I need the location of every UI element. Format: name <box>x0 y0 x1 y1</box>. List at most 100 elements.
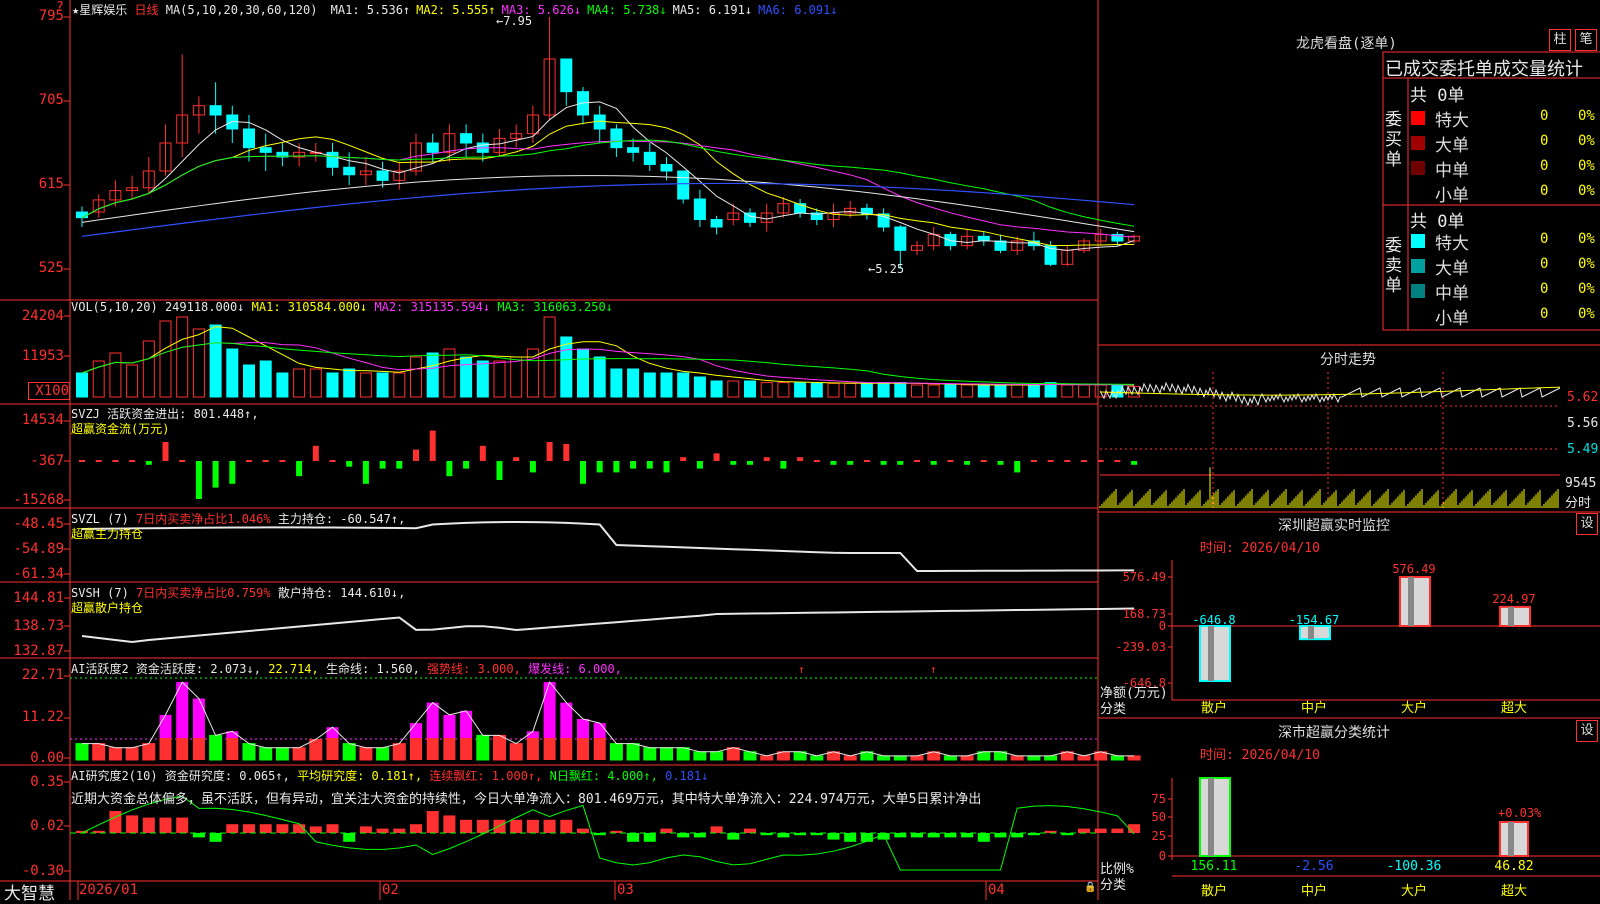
volume-bar <box>460 356 473 398</box>
ai-research-nday: N日飘红: 4.000↑, <box>549 769 658 783</box>
order-type-label: 中单 <box>1435 284 1469 304</box>
volume-bar <box>1061 384 1074 398</box>
activity-bar <box>443 714 456 738</box>
research-bar <box>660 828 673 833</box>
activity-bar <box>410 738 422 760</box>
flow-bar <box>763 457 770 461</box>
research-bar <box>109 811 122 833</box>
flow-bar <box>964 461 971 465</box>
ma-value-2: MA2: 5.555↑ <box>416 3 496 17</box>
activity-bar <box>560 702 573 738</box>
activity-bar <box>626 743 640 761</box>
ai-research-value: 资金研究度: 0.065↑, <box>164 769 290 783</box>
candle-body <box>894 226 907 251</box>
ma-value-4: MA4: 5.738↓ <box>587 3 667 17</box>
period-label[interactable]: 日线 <box>134 3 158 17</box>
svzj-line2: 超赢资金流(万元) <box>71 422 170 436</box>
buy-total: 共 0单 <box>1410 86 1465 106</box>
research-bar <box>476 819 489 833</box>
ma-line <box>81 175 1135 233</box>
research-bar <box>994 833 1007 838</box>
research-bar <box>727 833 740 840</box>
activity-bar <box>275 747 289 761</box>
classify-category-label: 超大 <box>1501 884 1527 899</box>
research-bar <box>343 833 356 842</box>
monitor-time: 时间: 2026/04/10 <box>1200 541 1320 556</box>
activity-bar <box>292 747 306 761</box>
flow-bar <box>212 461 219 488</box>
chart-canvas[interactable]: ↑ ↑576.49168.730-239.03-646.8-646.8散户-154… <box>0 0 1600 900</box>
vol-ma2: MA2: 315135.594↓ <box>374 300 491 314</box>
activity-bar <box>359 747 373 761</box>
research-bar <box>860 833 873 842</box>
monitor-title: 深圳超赢实时监控 <box>1278 518 1390 534</box>
price-header: ★星辉娱乐 日线 MA(5,10,20,30,60,120) MA1: 5.53… <box>72 1 838 18</box>
activity-bar <box>108 747 122 761</box>
svzl-hold: 主力持仓: -60.547↑, <box>277 512 406 526</box>
research-bar <box>543 819 556 833</box>
volume-bar <box>226 348 239 398</box>
volume-bar <box>176 316 189 398</box>
candle-body <box>677 170 690 200</box>
monitor-bar <box>1208 626 1214 681</box>
volume-bar <box>1027 384 1040 398</box>
candle-body <box>76 211 88 219</box>
bar-mode-button[interactable]: 柱 <box>1549 29 1571 51</box>
activity-bar <box>877 755 891 761</box>
classify-settings-button[interactable]: 设 <box>1576 720 1598 742</box>
ai-research-v5: 0.181↓ <box>665 769 709 783</box>
activity-bar <box>843 755 857 761</box>
activity-bar <box>92 743 106 761</box>
price-axis-label: 705 <box>38 92 64 108</box>
activity-bar <box>142 743 156 761</box>
activity-bar <box>1010 755 1024 761</box>
stock-name[interactable]: ★星辉娱乐 <box>72 3 127 17</box>
monitor-category-label: 超大 <box>1501 701 1527 716</box>
classify-value-label: 156.11 <box>1191 859 1238 874</box>
research-bar <box>643 833 656 842</box>
activity-bar <box>1077 755 1091 761</box>
order-color-swatch <box>1411 259 1425 273</box>
flow-bar <box>613 461 620 473</box>
volume-bar <box>593 356 606 398</box>
research-bar <box>1011 833 1024 838</box>
classify-value-label: -2.56 <box>1294 859 1333 874</box>
flow-bar <box>630 461 637 469</box>
monitor-value-label: -646.8 <box>1192 613 1235 627</box>
activity-bar <box>910 755 924 761</box>
svzl-line2: 超赢主力持仓 <box>71 527 144 541</box>
volume-bar <box>744 380 756 398</box>
classify-category-label: 大户 <box>1401 883 1427 899</box>
flow-bar <box>1131 461 1138 465</box>
ai-research-axis-label: -0.30 <box>21 863 64 879</box>
activity-bar <box>410 723 422 738</box>
monitor-settings-button[interactable]: 设 <box>1576 513 1598 535</box>
flow-bar <box>379 461 386 469</box>
classify-xlabel: 分类 <box>1100 878 1127 893</box>
order-count: 0 <box>1540 231 1549 247</box>
research-bar <box>560 819 573 833</box>
vol-unit-label[interactable]: X100 <box>28 382 70 400</box>
ma-values: MA1: 5.536↑ MA2: 5.555↑ MA3: 5.626↓ MA4: 5.… <box>325 3 838 17</box>
activity-bar <box>209 734 223 761</box>
flow-bar <box>780 461 787 469</box>
order-type-label: 小单 <box>1435 309 1469 329</box>
research-bar <box>359 826 372 833</box>
classify-time: 时间: 2026/04/10 <box>1200 748 1320 763</box>
ai-research-avg: 平均研究度: 0.181↑, <box>297 769 423 783</box>
volume-bar <box>677 372 690 398</box>
research-bar <box>827 833 840 840</box>
ai-research-axis-label: 0.35 <box>30 774 64 790</box>
order-type-label: 大单 <box>1435 259 1469 279</box>
ai-active-axis-label: 0.00 <box>30 750 64 766</box>
tick-mode-button[interactable]: 笔 <box>1575 29 1597 51</box>
classify-pct-label: +0.03% <box>1498 806 1542 820</box>
activity-bar <box>543 738 556 760</box>
monitor-bar <box>1399 576 1431 627</box>
order-type-label: 特大 <box>1435 111 1469 131</box>
activity-bar <box>593 723 606 738</box>
monitor-xlabel: 分类 <box>1100 702 1127 717</box>
holding-line <box>81 520 1135 573</box>
research-bar <box>710 826 723 833</box>
lock-icon[interactable]: 🔒 <box>1084 882 1096 893</box>
